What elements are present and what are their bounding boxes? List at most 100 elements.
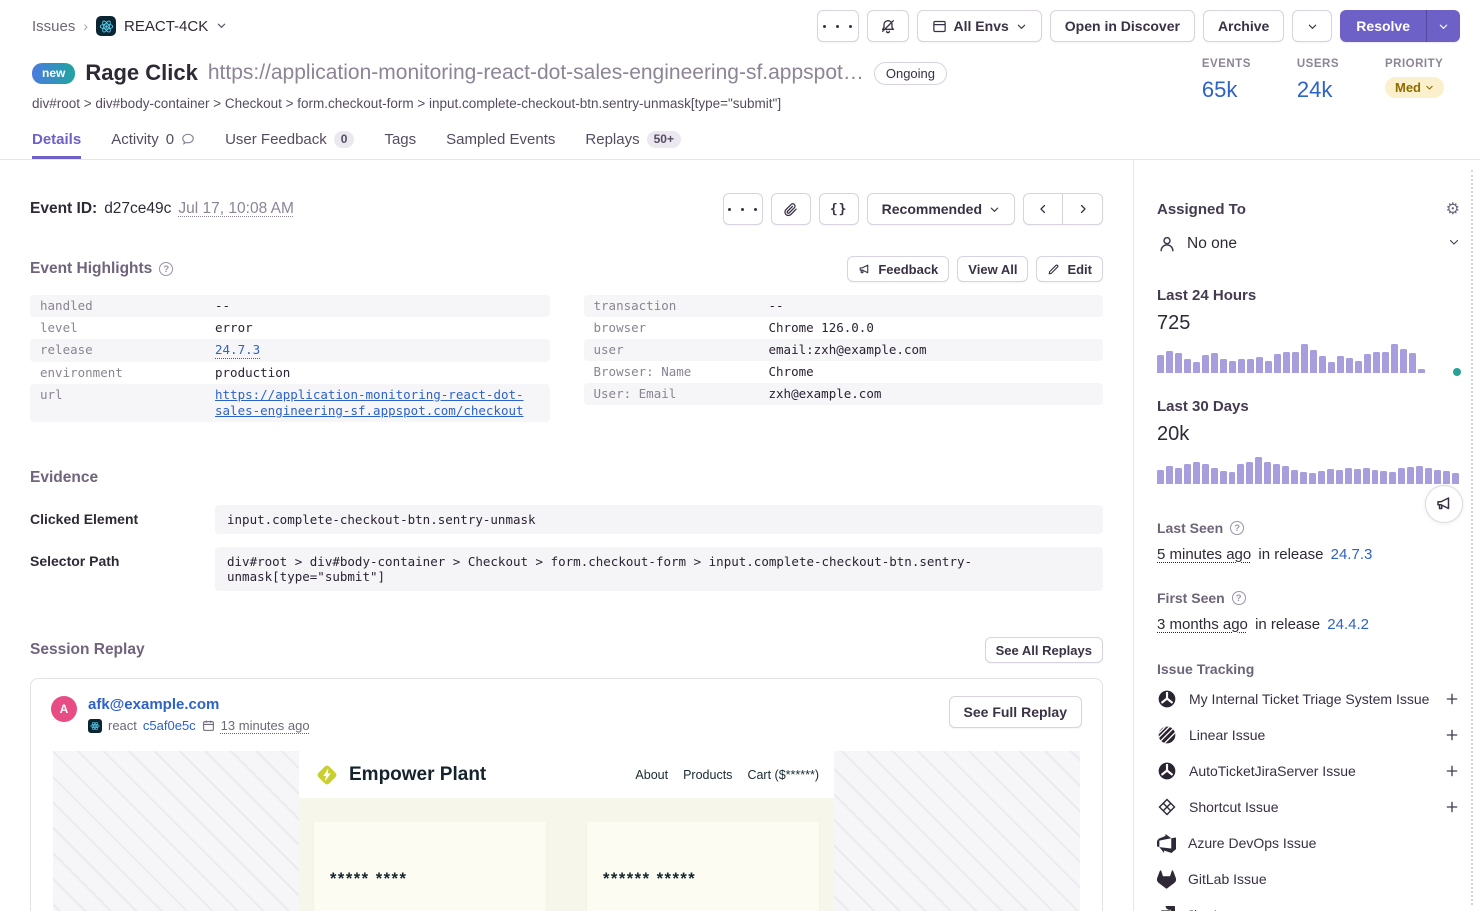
add-issue-button[interactable]	[1444, 763, 1460, 779]
kv-row-transaction: transaction--	[584, 295, 1104, 317]
product-card: ****** ***** **** ****** ***** *** *****…	[587, 822, 819, 911]
add-issue-button[interactable]	[1444, 727, 1460, 743]
users-count-link[interactable]: 24k	[1297, 77, 1339, 103]
issue-tracking-section: Issue Tracking My Internal Ticket Triage…	[1157, 661, 1460, 911]
selector-path-row: Selector Path div#root > div#body-contai…	[30, 547, 1103, 591]
stat-events: EVENTS 65k	[1202, 58, 1251, 103]
jira-icon	[1157, 906, 1175, 911]
tab-sampled-events[interactable]: Sampled Events	[446, 129, 555, 159]
new-badge: new	[32, 63, 75, 84]
issue-tracking-item[interactable]: Shortcut Issue	[1157, 789, 1460, 825]
archive-button[interactable]: Archive	[1203, 10, 1284, 42]
main-content: Event ID: d27ce49c Jul 17, 10:08 AM {} R…	[0, 160, 1133, 911]
calendar-icon	[202, 719, 215, 732]
events-count-link[interactable]: 65k	[1202, 77, 1251, 103]
issue-tracking-item[interactable]: Azure DevOps Issue	[1157, 825, 1460, 861]
tab-tags[interactable]: Tags	[384, 129, 416, 159]
issue-tracking-item[interactable]: My Internal Ticket Triage System Issue	[1157, 681, 1460, 717]
event-navigation-dropdown[interactable]: Recommended	[867, 193, 1015, 225]
copy-link-button[interactable]	[771, 193, 811, 225]
kv-row-environment: environmentproduction	[30, 362, 550, 384]
replay-user-email-link[interactable]: afk@example.com	[88, 696, 219, 713]
priority-dropdown[interactable]: Med	[1385, 77, 1444, 98]
mute-alerts-button[interactable]	[867, 10, 909, 42]
assigned-to-header: Assigned To ⚙	[1157, 201, 1460, 218]
resolve-button[interactable]: Resolve	[1340, 10, 1426, 42]
event-highlights-title: Event Highlights?	[30, 260, 173, 278]
last-30d-section: Last 30 Days 20k	[1157, 398, 1460, 484]
site-nav: About Products Cart ($******)	[635, 768, 819, 782]
site-body: ***** **** *** **** **** *** ******* Add…	[299, 798, 834, 911]
tab-user-feedback[interactable]: User Feedback0	[225, 129, 354, 159]
resolve-dropdown-button[interactable]	[1426, 10, 1460, 42]
last-30d-chart[interactable]	[1157, 454, 1459, 484]
breadcrumb: Issues › REACT-4CK	[32, 16, 227, 36]
view-json-button[interactable]: {}	[819, 193, 859, 225]
view-all-button[interactable]: View All	[957, 256, 1028, 282]
chevron-right-icon: ›	[83, 18, 88, 34]
previous-event-button[interactable]	[1023, 193, 1063, 225]
chevron-down-icon[interactable]	[216, 18, 227, 35]
event-header: Event ID: d27ce49c Jul 17, 10:08 AM {} R…	[30, 193, 1103, 225]
event-id-value[interactable]: d27ce49c	[104, 200, 171, 218]
event-highlights-header: Event Highlights? Feedback View All Edit	[30, 256, 1103, 282]
issue-tracking-item[interactable]: GitLab Issue	[1157, 861, 1460, 897]
event-more-button[interactable]	[723, 193, 763, 225]
archive-dropdown-button[interactable]	[1292, 10, 1332, 42]
tab-replays[interactable]: Replays50+	[585, 129, 681, 159]
open-in-discover-button[interactable]: Open in Discover	[1050, 10, 1195, 42]
azure-devops-icon	[1157, 834, 1176, 853]
replay-project-name: react	[108, 718, 137, 733]
next-event-button[interactable]	[1063, 193, 1103, 225]
see-full-replay-button[interactable]: See Full Replay	[949, 696, 1082, 728]
breadcrumb-project[interactable]: REACT-4CK	[124, 18, 208, 35]
more-actions-button[interactable]	[817, 10, 859, 42]
tab-details[interactable]: Details	[32, 129, 81, 159]
edit-button[interactable]: Edit	[1036, 256, 1103, 282]
product-card: ***** **** *** **** **** *** ******* Add…	[314, 822, 546, 911]
release-link[interactable]: 24.7.3	[215, 342, 260, 359]
last-30d-total: 20k	[1157, 423, 1460, 446]
help-icon[interactable]: ?	[1232, 591, 1246, 605]
help-icon[interactable]: ?	[1230, 521, 1244, 535]
replay-time-ago[interactable]: 13 minutes ago	[221, 718, 310, 733]
gear-icon[interactable]: ⚙	[1446, 202, 1460, 218]
last-24h-chart[interactable]	[1157, 343, 1459, 373]
first-seen-release-link[interactable]: 24.4.2	[1327, 616, 1369, 633]
add-issue-button[interactable]	[1444, 799, 1460, 815]
chevron-left-icon	[1037, 203, 1049, 215]
scrollbar[interactable]	[1471, 170, 1473, 905]
first-seen-time[interactable]: 3 months ago	[1157, 616, 1248, 633]
replay-id-link[interactable]: c5af0e5c	[143, 718, 196, 733]
url-link[interactable]: https://application-monitoring-react-dot…	[215, 387, 540, 419]
event-timestamp[interactable]: Jul 17, 10:08 AM	[178, 200, 293, 218]
tab-activity[interactable]: Activity0	[111, 129, 195, 159]
highlights-table-left: handled-- levelerror release24.7.3 envir…	[30, 295, 550, 422]
issue-tracking-list: My Internal Ticket Triage System Issue L…	[1157, 681, 1460, 911]
issue-tracking-item[interactable]: Jira Issue	[1157, 897, 1460, 911]
feedback-button[interactable]: Feedback	[847, 256, 949, 282]
latest-event-marker	[1453, 368, 1461, 376]
session-replay-title: Session Replay	[30, 641, 145, 659]
react-project-icon	[88, 719, 102, 733]
last-seen-time[interactable]: 5 minutes ago	[1157, 546, 1251, 563]
breadcrumb-issues-link[interactable]: Issues	[32, 18, 75, 35]
tab-bar: Details Activity0 User Feedback0 Tags Sa…	[0, 129, 1480, 160]
add-issue-button[interactable]	[1444, 691, 1460, 707]
site-nav-about: About	[635, 768, 668, 782]
floating-feedback-button[interactable]	[1425, 485, 1463, 523]
see-all-replays-button[interactable]: See All Replays	[985, 637, 1103, 663]
last-seen-release-link[interactable]: 24.7.3	[1331, 546, 1373, 563]
issue-title: Rage Click	[85, 60, 198, 86]
assignee-dropdown[interactable]: No one	[1157, 234, 1460, 254]
replay-preview[interactable]: Empower Plant About Products Cart ($****…	[53, 751, 1080, 911]
kv-row-user-email: User: Emailzxh@example.com	[584, 383, 1104, 405]
help-icon[interactable]: ?	[159, 262, 173, 276]
issue-tracking-item[interactable]: Linear Issue	[1157, 717, 1460, 753]
person-icon	[1157, 234, 1177, 254]
environment-filter-button[interactable]: All Envs	[917, 10, 1042, 42]
megaphone-icon	[858, 263, 871, 276]
issue-tracking-item[interactable]: AutoTicketJiraServer Issue	[1157, 753, 1460, 789]
event-id-group: Event ID: d27ce49c Jul 17, 10:08 AM	[30, 200, 294, 218]
issue-details-page: Issues › REACT-4CK All Envs Open in Disc…	[0, 0, 1480, 911]
